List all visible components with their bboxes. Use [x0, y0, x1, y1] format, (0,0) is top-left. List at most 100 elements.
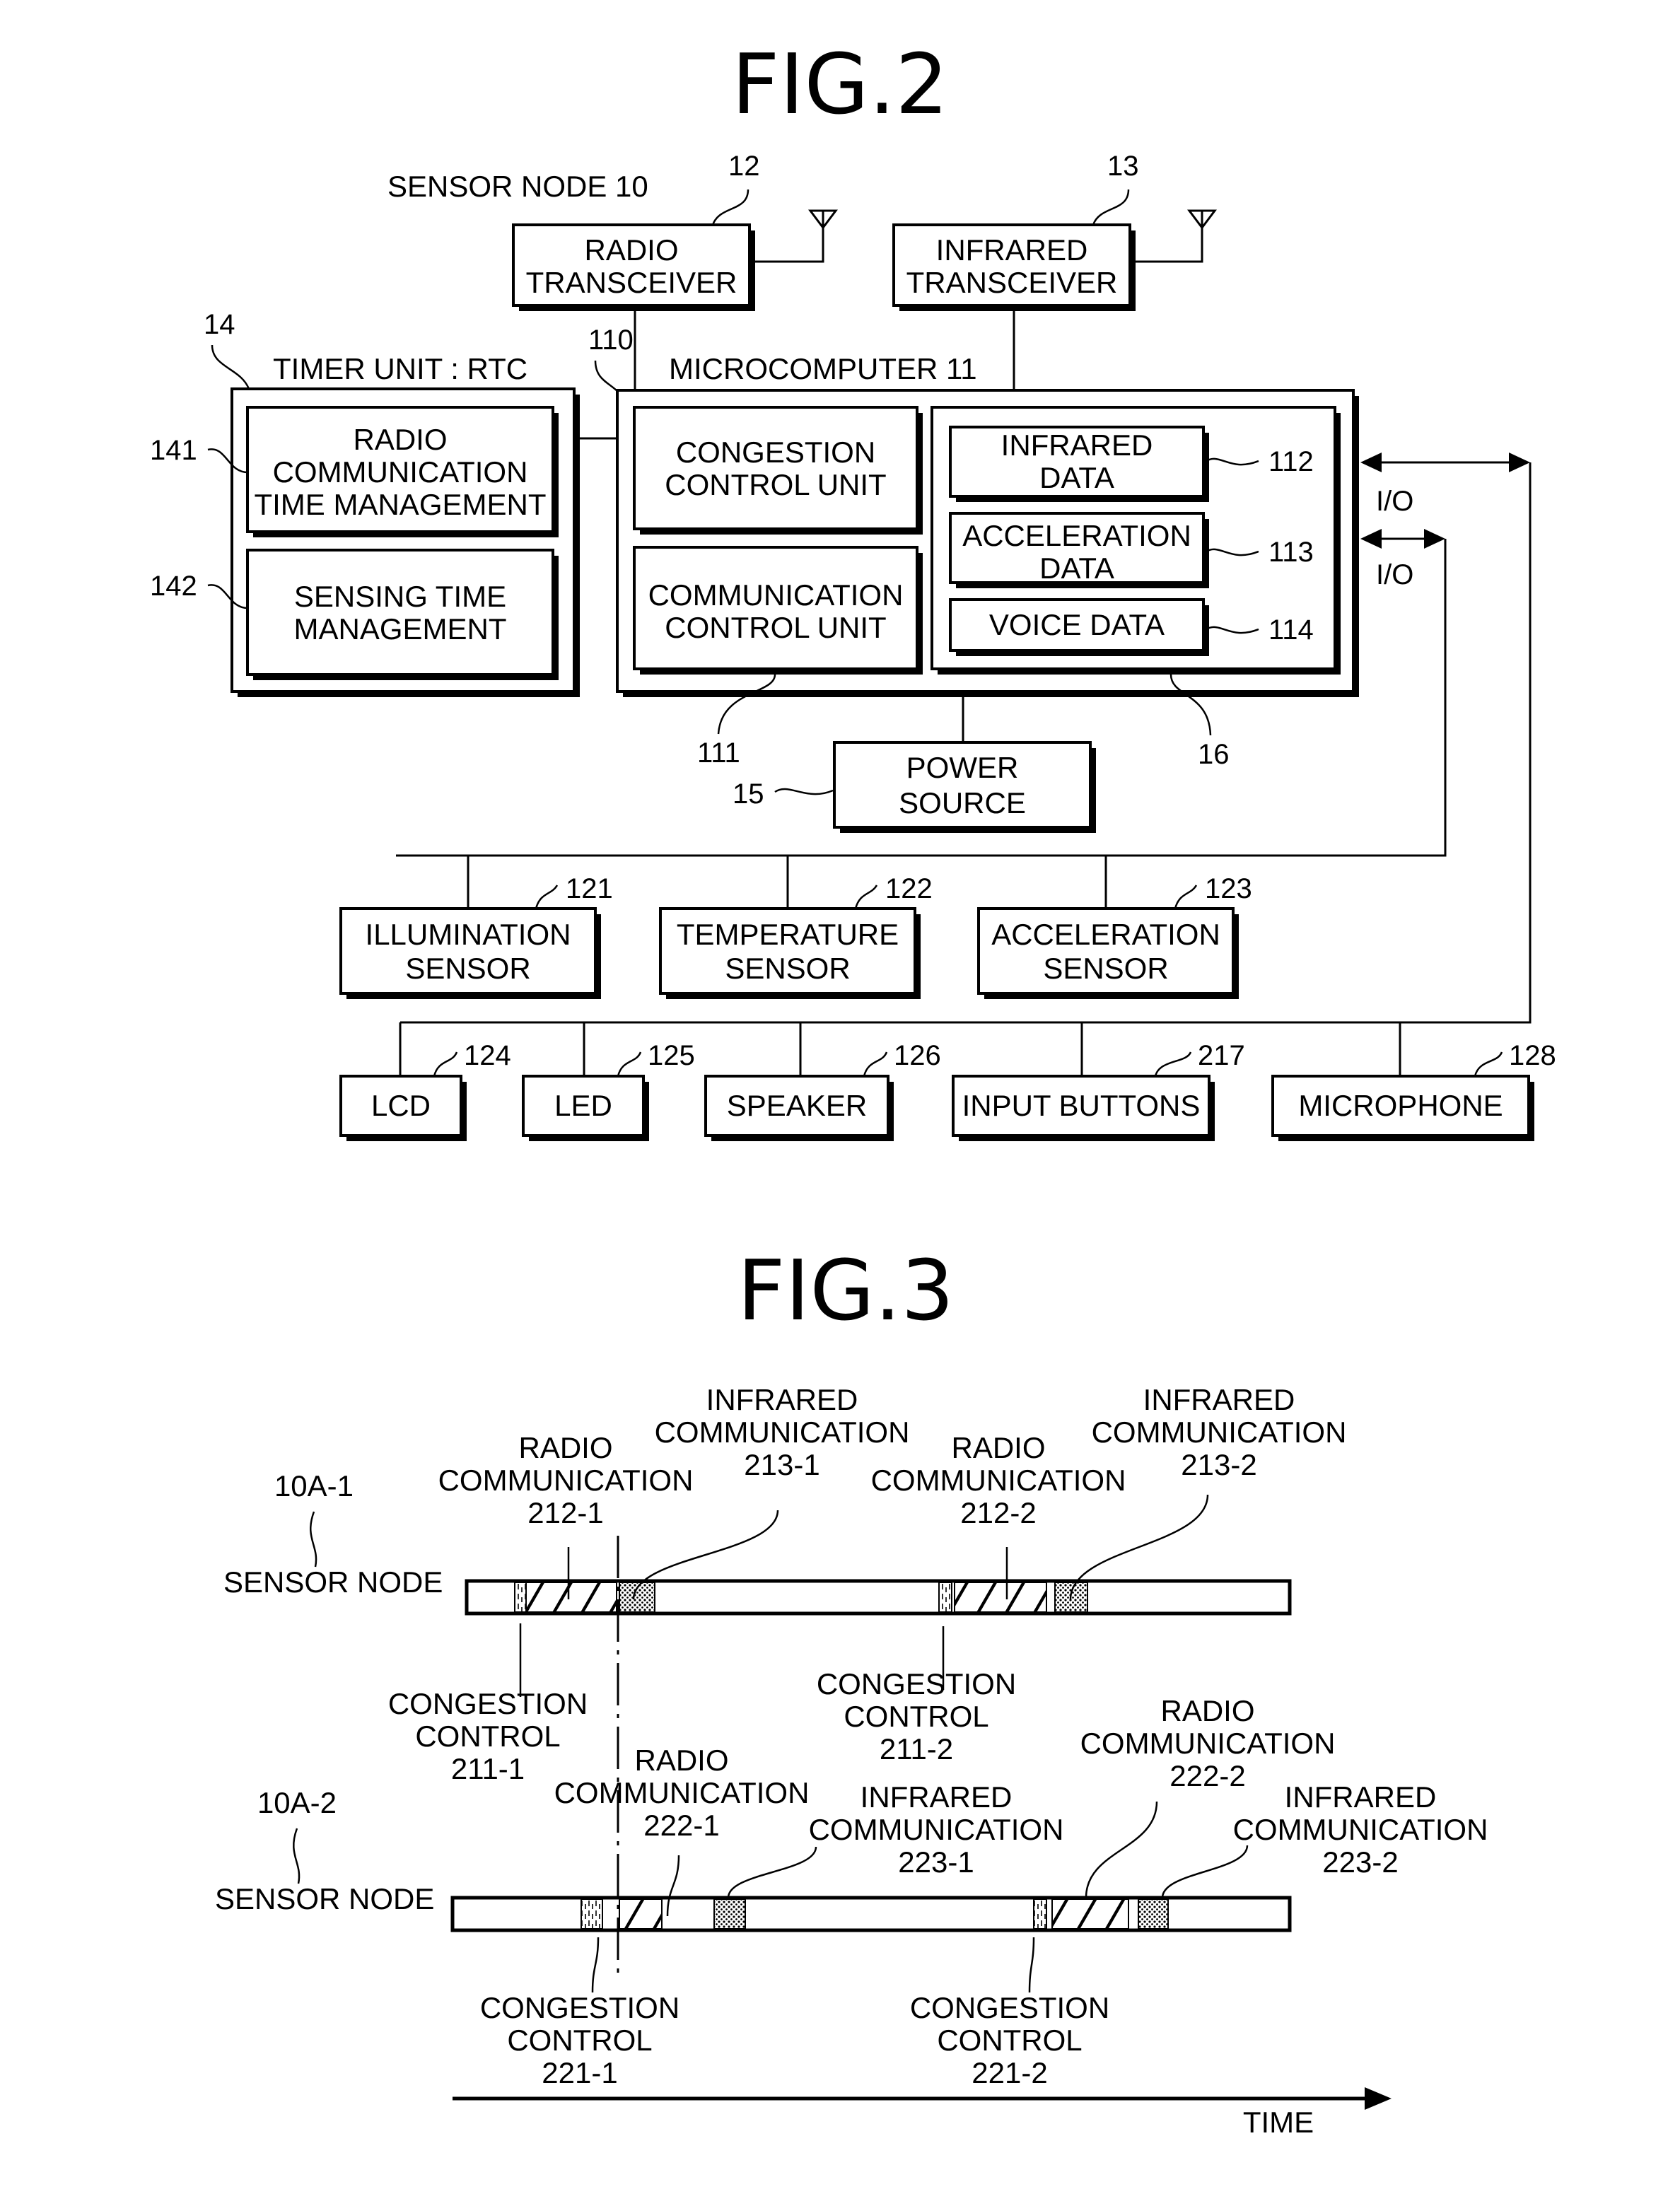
power-source-block: POWER SOURCE: [833, 741, 1096, 833]
timer-unit-block: RADIO COMMUNICATION TIME MANAGEMENT SENS…: [231, 387, 580, 697]
device-led: LED: [554, 1089, 612, 1122]
io-label: I/O: [1376, 559, 1413, 590]
fig2-title: FIG.2: [732, 35, 949, 133]
ref-110: 110: [588, 325, 634, 356]
ref-111: 111: [697, 737, 740, 769]
leader-line: [1028, 1937, 1035, 1993]
congestion-label: CONTROL: [415, 1720, 560, 1753]
svg-text:TIME MANAGEMENT: TIME MANAGEMENT: [254, 488, 546, 521]
sensor-node-label: SENSOR NODE 10: [387, 170, 648, 203]
ref-142: 142: [150, 571, 197, 602]
infrared-label: 223-1: [898, 1845, 974, 1879]
svg-text:VOICE DATA: VOICE DATA: [989, 608, 1165, 641]
svg-text:COMMUNICATION: COMMUNICATION: [648, 578, 904, 612]
timer-unit-label: TIMER UNIT : RTC: [273, 352, 527, 385]
radio-label: 212-1: [527, 1496, 603, 1529]
ref-112: 112: [1268, 446, 1314, 477]
ref-128: 128: [1509, 1040, 1556, 1071]
fig3-title: FIG.3: [737, 1242, 955, 1339]
infrared-label: INFRARED: [1285, 1780, 1437, 1814]
ref-113: 113: [1268, 537, 1314, 568]
svg-text:SOURCE: SOURCE: [899, 786, 1026, 819]
device-input-buttons: INPUT BUTTONS: [962, 1089, 1201, 1122]
node-label: SENSOR NODE: [223, 1565, 443, 1599]
svg-text:INFRARED: INFRARED: [936, 233, 1088, 267]
congestion-label: 211-1: [451, 1752, 525, 1785]
svg-text:SENSOR: SENSOR: [725, 952, 850, 985]
arrow-icon: [1365, 2087, 1392, 2110]
node-id: 10A-1: [274, 1469, 354, 1502]
svg-text:RADIO: RADIO: [353, 423, 447, 456]
ref-14: 14: [204, 309, 235, 340]
node-label: SENSOR NODE: [215, 1882, 434, 1915]
infrared-segment: [1138, 1898, 1169, 1930]
svg-text:CONGESTION: CONGESTION: [676, 436, 875, 469]
infrared-segment: [713, 1898, 746, 1930]
infrared-label: 213-1: [744, 1448, 819, 1481]
io-label: I/O: [1376, 486, 1413, 517]
congestion-label: CONGESTION: [910, 1991, 1109, 2024]
radio-segment: [525, 1582, 617, 1613]
radio-label: COMMUNICATION: [1080, 1727, 1336, 1760]
svg-text:SENSOR: SENSOR: [405, 952, 530, 985]
infrared-label: COMMUNICATION: [809, 1813, 1064, 1846]
svg-text:SENSING TIME: SENSING TIME: [294, 580, 506, 613]
leader-line: [727, 1846, 817, 1898]
node-id: 10A-2: [257, 1786, 337, 1819]
ref-13: 13: [1107, 151, 1139, 182]
svg-text:TRANSCEIVER: TRANSCEIVER: [526, 266, 737, 299]
infrared-transceiver-block: INFRARED TRANSCEIVER: [892, 223, 1136, 311]
svg-text:DATA: DATA: [1039, 461, 1114, 494]
radio-label: 212-2: [960, 1496, 1036, 1529]
antenna-icon: [749, 209, 838, 263]
congestion-segment: [581, 1898, 603, 1930]
ref-122: 122: [885, 873, 933, 904]
microcomputer-label: MICROCOMPUTER 11: [669, 352, 977, 385]
radio-segment: [619, 1898, 663, 1930]
congestion-label: 221-2: [972, 2056, 1047, 2089]
svg-text:ACCELERATION: ACCELERATION: [962, 519, 1191, 552]
congestion-label: CONGESTION: [817, 1667, 1016, 1700]
infrared-label: COMMUNICATION: [1233, 1813, 1488, 1846]
radio-label: 222-2: [1169, 1759, 1245, 1792]
congestion-label: 211-2: [880, 1732, 953, 1766]
infrared-label: COMMUNICATION: [1092, 1416, 1347, 1449]
time-label: TIME: [1243, 2106, 1314, 2139]
device-microphone: MICROPHONE: [1298, 1089, 1503, 1122]
infrared-label: INFRARED: [1143, 1383, 1295, 1416]
radio-label: COMMUNICATION: [871, 1464, 1126, 1497]
ref-16: 16: [1198, 739, 1230, 770]
congestion-label: CONTROL: [844, 1700, 988, 1733]
infrared-label: 223-2: [1322, 1845, 1398, 1879]
infrared-label: INFRARED: [861, 1780, 1013, 1814]
congestion-segment: [938, 1582, 952, 1613]
svg-text:CONTROL UNIT: CONTROL UNIT: [665, 611, 886, 644]
radio-transceiver-block: RADIO TRANSCEIVER: [512, 223, 755, 311]
ref-121: 121: [566, 873, 613, 904]
ref-114: 114: [1268, 614, 1314, 646]
svg-text:CONTROL UNIT: CONTROL UNIT: [665, 468, 886, 501]
congestion-label: CONTROL: [507, 2024, 652, 2057]
timing-diagram: 10A-1SENSOR NODECONGESTIONCONTROL211-1RA…: [215, 1383, 1488, 2139]
sensor-illumination: ILLUMINATION: [366, 918, 571, 951]
radio-segment: [1051, 1898, 1129, 1930]
leader-line: [1085, 1801, 1158, 1898]
radio-label: 222-1: [643, 1809, 719, 1842]
radio-label: RADIO: [1160, 1694, 1254, 1727]
svg-text:INFRARED: INFRARED: [1001, 428, 1153, 462]
microcomputer-block: CONGESTION CONTROL UNIT COMMUNICATION CO…: [616, 389, 1359, 697]
svg-text:MANAGEMENT: MANAGEMENT: [293, 612, 506, 646]
ref-141: 141: [150, 435, 197, 466]
svg-text:TRANSCEIVER: TRANSCEIVER: [906, 266, 1118, 299]
congestion-label: CONGESTION: [388, 1687, 588, 1720]
sensor-node-timeline: 10A-2SENSOR NODECONGESTIONCONTROL221-1RA…: [215, 1694, 1488, 2089]
congestion-segment: [1033, 1898, 1047, 1930]
infrared-label: COMMUNICATION: [655, 1416, 910, 1449]
radio-label: RADIO: [634, 1744, 728, 1777]
ref-123: 123: [1205, 873, 1252, 904]
ref-217: 217: [1198, 1040, 1245, 1071]
ref-125: 125: [648, 1040, 695, 1071]
congestion-segment: [514, 1582, 527, 1613]
congestion-label: 221-1: [542, 2056, 617, 2089]
svg-text:RADIO: RADIO: [584, 233, 678, 267]
